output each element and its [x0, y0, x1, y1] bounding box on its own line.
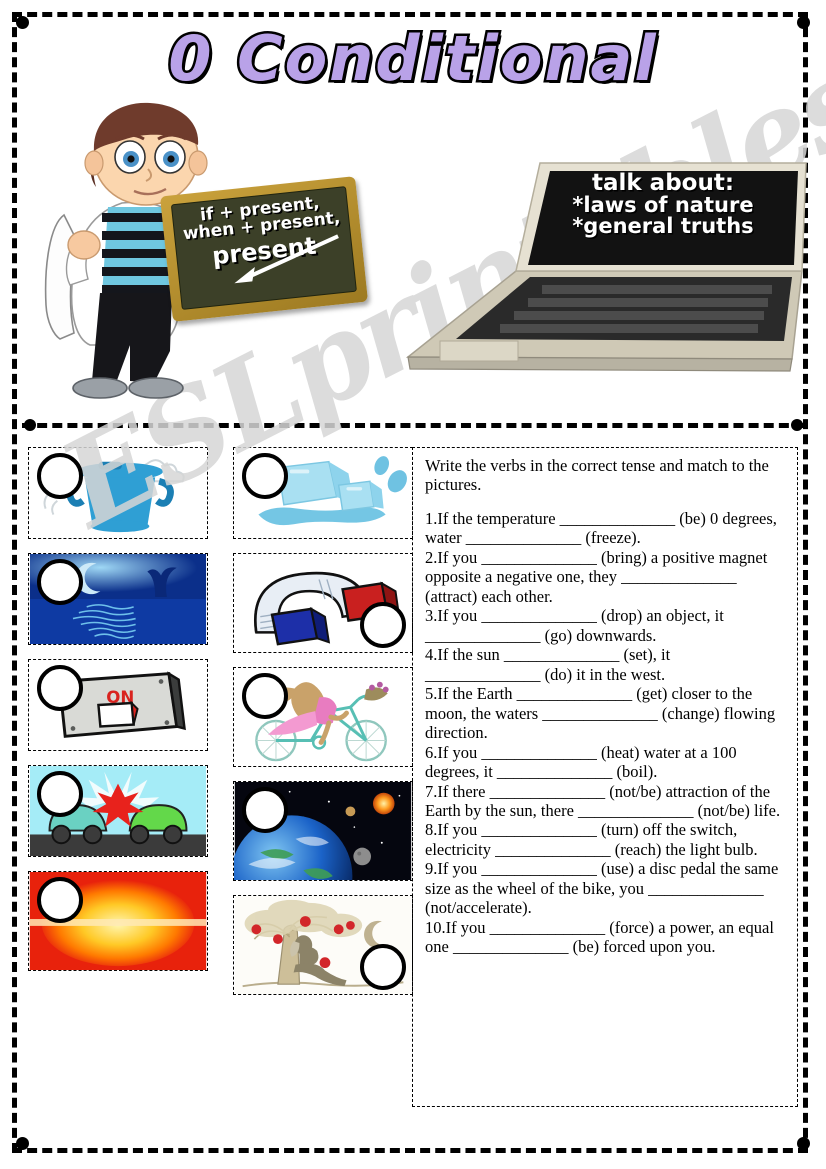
laptop-screen-text: talk about: *laws of nature *general tru… — [548, 172, 778, 237]
match-circle[interactable] — [37, 877, 83, 923]
picture-card-moonlit-sea[interactable] — [28, 553, 208, 645]
picture-card-light-switch[interactable]: ON — [28, 659, 208, 751]
picture-card-newton-apple-tree[interactable] — [233, 895, 413, 995]
corner-dot-bottom-right — [797, 1137, 810, 1150]
exercise-item-9: 9.If you ______________ (use) a disc ped… — [425, 859, 779, 918]
exercise-item-4: 4.If the sun ______________ (set), it __… — [425, 645, 671, 684]
match-circle[interactable] — [37, 665, 83, 711]
picture-column-2 — [233, 447, 413, 1009]
match-circle[interactable] — [360, 602, 406, 648]
divider-dot-left — [24, 419, 36, 431]
match-circle[interactable] — [242, 453, 288, 499]
laptop-line-1: talk about: — [591, 170, 735, 196]
laptop-line-2: *laws of nature — [572, 193, 754, 217]
match-circle[interactable] — [242, 787, 288, 833]
match-circle[interactable] — [37, 453, 83, 499]
laptop-line-3: *general truths — [572, 214, 754, 238]
exercise-item-3: 3.If you ______________ (drop) an object… — [425, 606, 724, 645]
picture-card-magnet[interactable] — [233, 553, 413, 653]
exercise-item-6: 6.If you ______________ (heat) water at … — [425, 742, 737, 782]
match-circle[interactable] — [37, 559, 83, 605]
picture-column-1: ON — [28, 447, 208, 985]
picture-card-melting-ice[interactable] — [233, 447, 413, 539]
exercise-item-7: 7.If there ______________ (not/be) attra… — [425, 781, 781, 820]
exercise-item-2: 2.If you ______________ (bring) a positi… — [425, 547, 768, 606]
exercise-text-panel: Write the verbs in the correct tense and… — [412, 447, 798, 1107]
exercise-instruction: Write the verbs in the correct tense and… — [425, 456, 769, 495]
picture-card-earth-space[interactable] — [233, 781, 413, 881]
corner-dot-bottom-left — [16, 1137, 29, 1150]
match-circle[interactable] — [37, 771, 83, 817]
exercise-item-5: 5.If the Earth ______________ (get) clos… — [425, 684, 776, 743]
exercise-item-8: 8.If you ______________ (turn) off the s… — [425, 820, 758, 859]
picture-card-car-crash[interactable] — [28, 765, 208, 857]
worksheet-page: 0 Conditional if + present, when + prese… — [0, 0, 826, 1169]
picture-card-woman-bicycle[interactable] — [233, 667, 413, 767]
picture-card-sunset[interactable] — [28, 871, 208, 971]
page-title: 0 Conditional — [166, 22, 658, 95]
match-circle[interactable] — [242, 673, 288, 719]
divider-dot-right — [791, 419, 803, 431]
chalkboard: if + present, when + present, present — [159, 176, 369, 322]
exercise-item-1: 1.If the temperature ______________ (be)… — [425, 508, 777, 548]
section-divider — [22, 423, 804, 428]
picture-card-boiling-pot[interactable] — [28, 447, 208, 539]
exercise-item-10: 10.If you ______________ (force) a power… — [425, 917, 774, 957]
match-circle[interactable] — [360, 944, 406, 990]
